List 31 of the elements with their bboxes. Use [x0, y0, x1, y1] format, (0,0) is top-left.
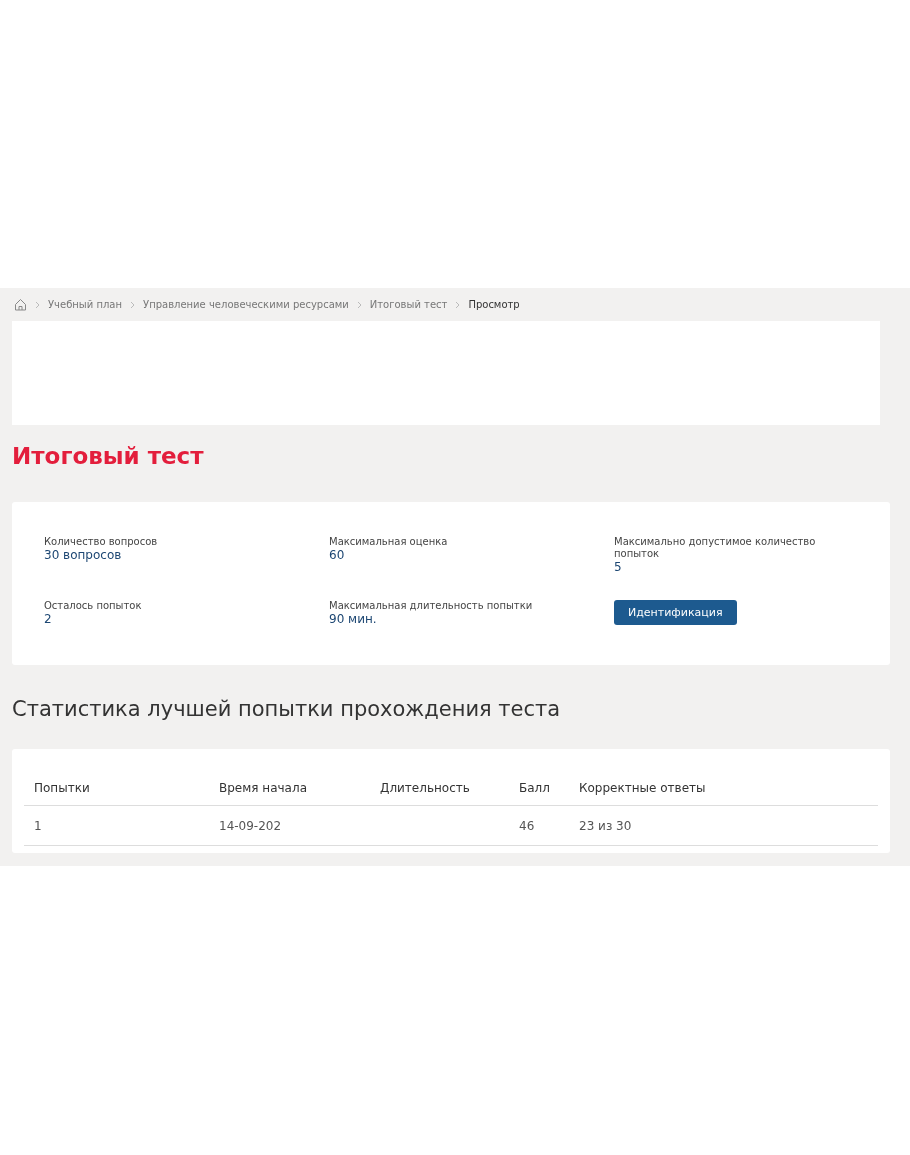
table-cell: 46	[519, 818, 535, 833]
column-header: Время начала	[209, 771, 370, 806]
info-label: Осталось попыток	[44, 599, 143, 612]
chevron-icon	[356, 300, 362, 309]
column-header: Длительность	[370, 771, 509, 806]
identification-button[interactable]: Идентификация	[614, 599, 737, 625]
info-value: 60	[329, 548, 346, 562]
info-label: Максимальная оценка	[329, 536, 449, 548]
section-heading: Статистика лучшей попытки прохождения теста	[12, 697, 562, 721]
info-value: 30 вопросов	[44, 548, 123, 562]
column-header: Попытки	[24, 771, 209, 806]
chevron-icon	[455, 300, 461, 309]
table-cell: 23 из 30	[579, 818, 632, 833]
column-header: Корректные ответы	[569, 771, 878, 806]
breadcrumb-link[interactable]: Итоговый тест	[369, 299, 448, 310]
table-cell: 14-09-202	[219, 818, 282, 833]
info-value: 2	[44, 611, 53, 626]
breadcrumb-link[interactable]: Управление человеческими ресурсами	[143, 299, 349, 310]
info-value: 5	[614, 560, 623, 574]
info-value: 90 мин.	[329, 611, 378, 626]
breadcrumb-link[interactable]: Просмотр	[468, 299, 520, 310]
chevron-icon	[35, 300, 40, 309]
home-icon[interactable]	[14, 298, 27, 311]
breadcrumb-link[interactable]: Учебный план	[48, 299, 123, 310]
chevron-icon	[130, 300, 136, 309]
info-label: Максимально допустимое количество попыток	[614, 536, 817, 560]
info-label: Максимальная длительность попытки	[329, 599, 534, 612]
table-cell: 1	[34, 818, 42, 833]
page-title: Итоговый тест	[12, 443, 205, 469]
info-label: Количество вопросов	[44, 536, 159, 548]
column-header: Балл	[509, 771, 569, 806]
